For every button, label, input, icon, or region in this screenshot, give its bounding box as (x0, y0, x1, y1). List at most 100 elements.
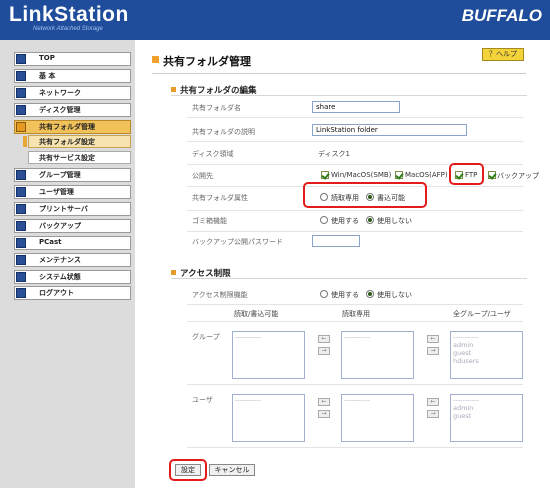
folder-name-input[interactable]: share (312, 101, 400, 113)
settings-icon (16, 71, 26, 81)
trash-unused-radio[interactable] (366, 216, 374, 224)
section-divider (171, 95, 527, 96)
list-item[interactable]: guest (453, 349, 520, 357)
group-move-right-button-2[interactable]: → (427, 347, 439, 355)
sidebar-item-label: TOP (39, 54, 55, 62)
disk-icon (16, 105, 26, 115)
ftp-highlight (449, 163, 484, 185)
sidebar-item-logout[interactable]: ログアウト (14, 286, 131, 300)
sidebar-subitem-service-settings[interactable]: 共有サービス設定 (28, 151, 131, 164)
row-divider (187, 384, 523, 385)
user-move-right-button[interactable]: → (318, 410, 330, 418)
backup-checkbox[interactable] (488, 171, 496, 179)
sidebar-item-backup[interactable]: バックアップ (14, 219, 131, 233)
row-divider (187, 321, 523, 322)
sidebar-item-maintenance[interactable]: メンテナンス (14, 253, 131, 267)
user-move-left-button[interactable]: ← (318, 398, 330, 406)
section-bullet-icon (171, 270, 176, 275)
backup-option-label: バックアップ (497, 172, 539, 180)
list-placeholder: ----------- (235, 333, 261, 341)
sidebar-item-label: ディスク管理 (39, 106, 81, 114)
group-move-right-button[interactable]: → (318, 347, 330, 355)
group-read-only-list[interactable]: ----------- (341, 331, 414, 379)
row-divider (187, 117, 523, 118)
sidebar-item-label: システム状態 (39, 273, 81, 281)
network-icon (16, 88, 26, 98)
group-read-write-list[interactable]: ----------- (232, 331, 305, 379)
group-move-left-button-2[interactable]: ← (427, 335, 439, 343)
sidebar-item-network[interactable]: ネットワーク (14, 86, 131, 100)
help-button[interactable]: ？ヘルプ (482, 48, 524, 61)
title-divider (152, 73, 526, 74)
trash-use-radio[interactable] (320, 216, 328, 224)
afp-checkbox[interactable] (395, 171, 403, 179)
list-placeholder: ----------- (235, 396, 261, 404)
monitor-icon (16, 54, 26, 64)
sidebar-item-basic[interactable]: 基 本 (14, 69, 131, 83)
pcast-icon (16, 238, 26, 248)
list-item[interactable]: admin (453, 404, 520, 412)
buffalo-logo: BUFFALO (461, 6, 542, 25)
sidebar-subitem-label: 共有フォルダ設定 (39, 138, 95, 146)
list-item[interactable]: guest (453, 412, 520, 420)
group-move-left-button[interactable]: ← (318, 335, 330, 343)
sidebar-item-top[interactable]: TOP (14, 52, 131, 66)
folder-attribute-label: 共有フォルダ属性 (192, 194, 248, 202)
maintenance-icon (16, 255, 26, 265)
sidebar: TOP 基 本 ネットワーク ディスク管理 共有フォルダ管理 共有フォルダ設定 … (0, 40, 135, 488)
trash-use-option-label: 使用する (331, 217, 359, 225)
column-header-read-only: 読取専用 (342, 310, 370, 318)
smb-checkbox[interactable] (321, 171, 329, 179)
list-item[interactable]: admin (453, 341, 520, 349)
section-bullet-icon (171, 87, 176, 92)
row-divider (187, 210, 523, 211)
user-all-list[interactable]: ----------- admin guest (450, 394, 523, 442)
sidebar-item-system-status[interactable]: システム状態 (14, 270, 131, 284)
save-highlight (169, 459, 207, 481)
access-limit-unused-radio[interactable] (366, 290, 374, 298)
column-header-all: 全グループ/ユーザ (453, 310, 511, 318)
status-icon (16, 272, 26, 282)
row-divider (187, 304, 523, 305)
cancel-button[interactable]: キャンセル (209, 464, 255, 476)
user-read-only-list[interactable]: ----------- (341, 394, 414, 442)
row-divider (187, 231, 523, 232)
user-read-write-list[interactable]: ----------- (232, 394, 305, 442)
disk-area-label: ディスク領域 (192, 150, 234, 158)
active-marker (23, 136, 27, 147)
access-limit-label: アクセス制限機能 (192, 291, 248, 299)
sidebar-item-pcast[interactable]: PCast (14, 236, 131, 250)
access-limit-use-option-label: 使用する (331, 291, 359, 299)
sidebar-item-label: 共有フォルダ管理 (39, 123, 95, 131)
sidebar-item-disk[interactable]: ディスク管理 (14, 103, 131, 117)
logout-icon (16, 288, 26, 298)
sidebar-item-label: ユーザ管理 (39, 188, 74, 196)
list-item[interactable]: hdusers (453, 357, 520, 365)
sidebar-item-label: プリントサーバ (39, 205, 88, 213)
sidebar-item-user[interactable]: ユーザ管理 (14, 185, 131, 199)
sidebar-subitem-folder-settings[interactable]: 共有フォルダ設定 (23, 135, 131, 148)
group-all-list[interactable]: ----------- admin guest hdusers (450, 331, 523, 379)
access-limit-use-radio[interactable] (320, 290, 328, 298)
sidebar-item-label: バックアップ (39, 222, 81, 230)
user-move-right-button-2[interactable]: → (427, 410, 439, 418)
user-move-left-button-2[interactable]: ← (427, 398, 439, 406)
sidebar-item-label: ネットワーク (39, 89, 81, 97)
access-limit-unused-option-label: 使用しない (377, 291, 412, 299)
folder-description-input[interactable]: LinkStation folder (312, 124, 467, 136)
sidebar-item-label: 基 本 (39, 72, 56, 80)
user-label: ユーザ (192, 396, 213, 404)
app-header: LinkStation Network Attached Storage BUF… (0, 0, 550, 40)
sidebar-item-label: ログアウト (39, 289, 74, 297)
row-divider (187, 447, 523, 448)
list-placeholder: ----------- (344, 333, 370, 341)
backup-password-input[interactable] (312, 235, 360, 247)
list-placeholder: ----------- (453, 333, 479, 341)
backup-icon (16, 221, 26, 231)
folder-icon (16, 122, 26, 132)
sidebar-item-print-server[interactable]: プリントサーバ (14, 202, 131, 216)
sidebar-item-group[interactable]: グループ管理 (14, 168, 131, 182)
printer-icon (16, 204, 26, 214)
backup-password-label: バックアップ公開パスワード (192, 238, 283, 246)
sidebar-item-shared-folder[interactable]: 共有フォルダ管理 (14, 120, 131, 134)
